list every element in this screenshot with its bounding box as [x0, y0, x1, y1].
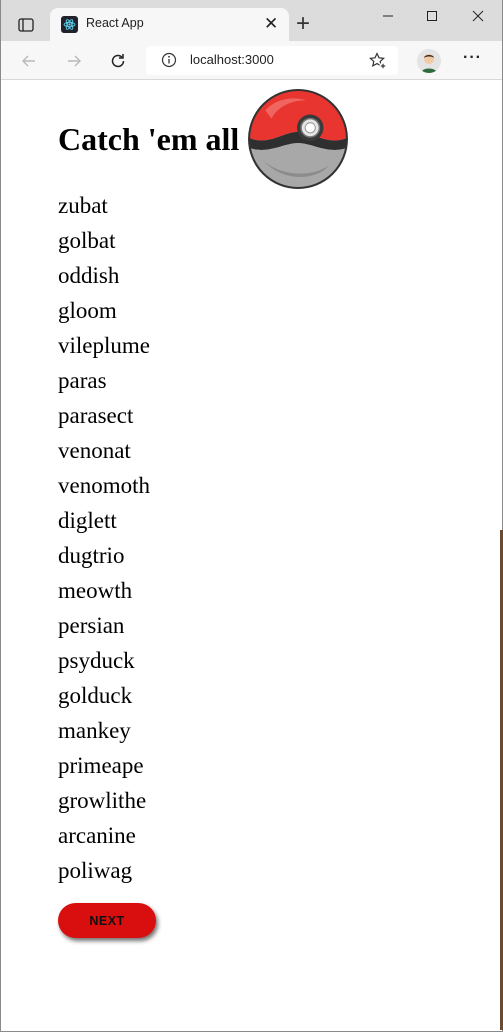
new-tab-icon[interactable]: + — [296, 11, 310, 37]
list-item: paras — [58, 368, 107, 393]
list-item: arcanine — [58, 823, 136, 848]
tab-actions-icon — [18, 18, 34, 32]
list-item: venomoth — [58, 473, 150, 498]
url-text[interactable]: localhost:3000 — [190, 52, 274, 67]
list-item: poliwag — [58, 858, 133, 883]
list-item: dugtrio — [58, 543, 125, 568]
list-item: diglett — [58, 508, 117, 533]
list-item: meowth — [58, 578, 133, 603]
list-item: psyduck — [58, 648, 135, 673]
address-bar[interactable]: localhost:3000 — [146, 46, 398, 75]
info-icon[interactable] — [161, 52, 177, 68]
tab-actions-button[interactable] — [11, 12, 41, 38]
list-item: persian — [58, 613, 125, 638]
title-bar: React App ✕ + — [1, 0, 502, 41]
page-title: Catch 'em all — [58, 121, 240, 157]
minimize-button[interactable] — [365, 2, 411, 30]
arrow-right-icon — [68, 55, 81, 67]
browser-window: React App ✕ + localhost:3000 ··· Catch '… — [0, 0, 503, 1032]
browser-tab[interactable]: React App ✕ — [50, 8, 289, 41]
list-item: primeape — [58, 753, 144, 778]
profile-avatar[interactable] — [417, 49, 441, 73]
minimize-icon — [383, 15, 393, 17]
maximize-icon — [427, 11, 437, 21]
close-window-button[interactable] — [455, 2, 501, 30]
tab-close-icon[interactable]: ✕ — [264, 15, 278, 32]
reload-icon — [111, 54, 125, 68]
list-item: gloom — [58, 298, 117, 323]
more-options-icon[interactable]: ··· — [463, 49, 482, 67]
address-toolbar: localhost:3000 ··· — [1, 41, 502, 80]
arrow-left-icon — [22, 55, 35, 67]
list-item: oddish — [58, 263, 120, 288]
reload-button[interactable] — [107, 50, 129, 72]
next-button[interactable]: NEXT — [58, 903, 156, 938]
list-item: venonat — [58, 438, 131, 463]
add-favorite-icon[interactable] — [368, 51, 388, 71]
list-item: vileplume — [58, 333, 150, 358]
list-item: growlithe — [58, 788, 147, 813]
avatar-icon — [417, 49, 441, 73]
page-content: Catch 'em all zubat golbat oddish gloom … — [1, 81, 502, 1031]
maximize-button[interactable] — [409, 2, 455, 30]
pokemon-list: zubat golbat oddish gloom vileplume para… — [58, 188, 150, 888]
header: Catch 'em all — [58, 87, 349, 191]
react-icon — [61, 16, 78, 33]
list-item: golbat — [58, 228, 116, 253]
list-item: zubat — [58, 193, 108, 218]
tab-title: React App — [86, 16, 144, 30]
close-icon — [472, 10, 484, 22]
forward-button[interactable] — [63, 50, 85, 72]
list-item: golduck — [58, 683, 133, 708]
list-item: mankey — [58, 718, 131, 743]
back-button[interactable] — [18, 50, 40, 72]
list-item: parasect — [58, 403, 134, 428]
pokeball-icon — [248, 89, 349, 189]
